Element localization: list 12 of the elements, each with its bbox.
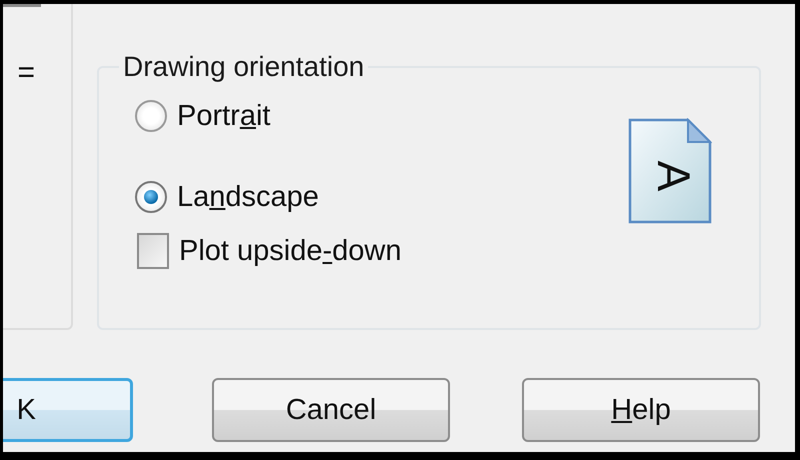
radio-label[interactable]: Portrait bbox=[177, 100, 270, 132]
document-icon: A bbox=[628, 118, 712, 224]
checkbox[interactable] bbox=[137, 233, 169, 269]
radio-label[interactable]: Landscape bbox=[177, 180, 319, 214]
dialog-button[interactable]: K bbox=[3, 378, 133, 442]
radio-button[interactable] bbox=[135, 181, 167, 213]
dialog-button[interactable]: Cancel bbox=[212, 378, 450, 442]
group-title: Drawing orientation bbox=[122, 50, 366, 84]
checkbox-label[interactable]: Plot upside-down bbox=[179, 234, 402, 268]
radio-button[interactable] bbox=[135, 100, 167, 132]
label-fragment: = bbox=[17, 56, 35, 90]
dialog-button[interactable]: Help bbox=[522, 378, 760, 442]
